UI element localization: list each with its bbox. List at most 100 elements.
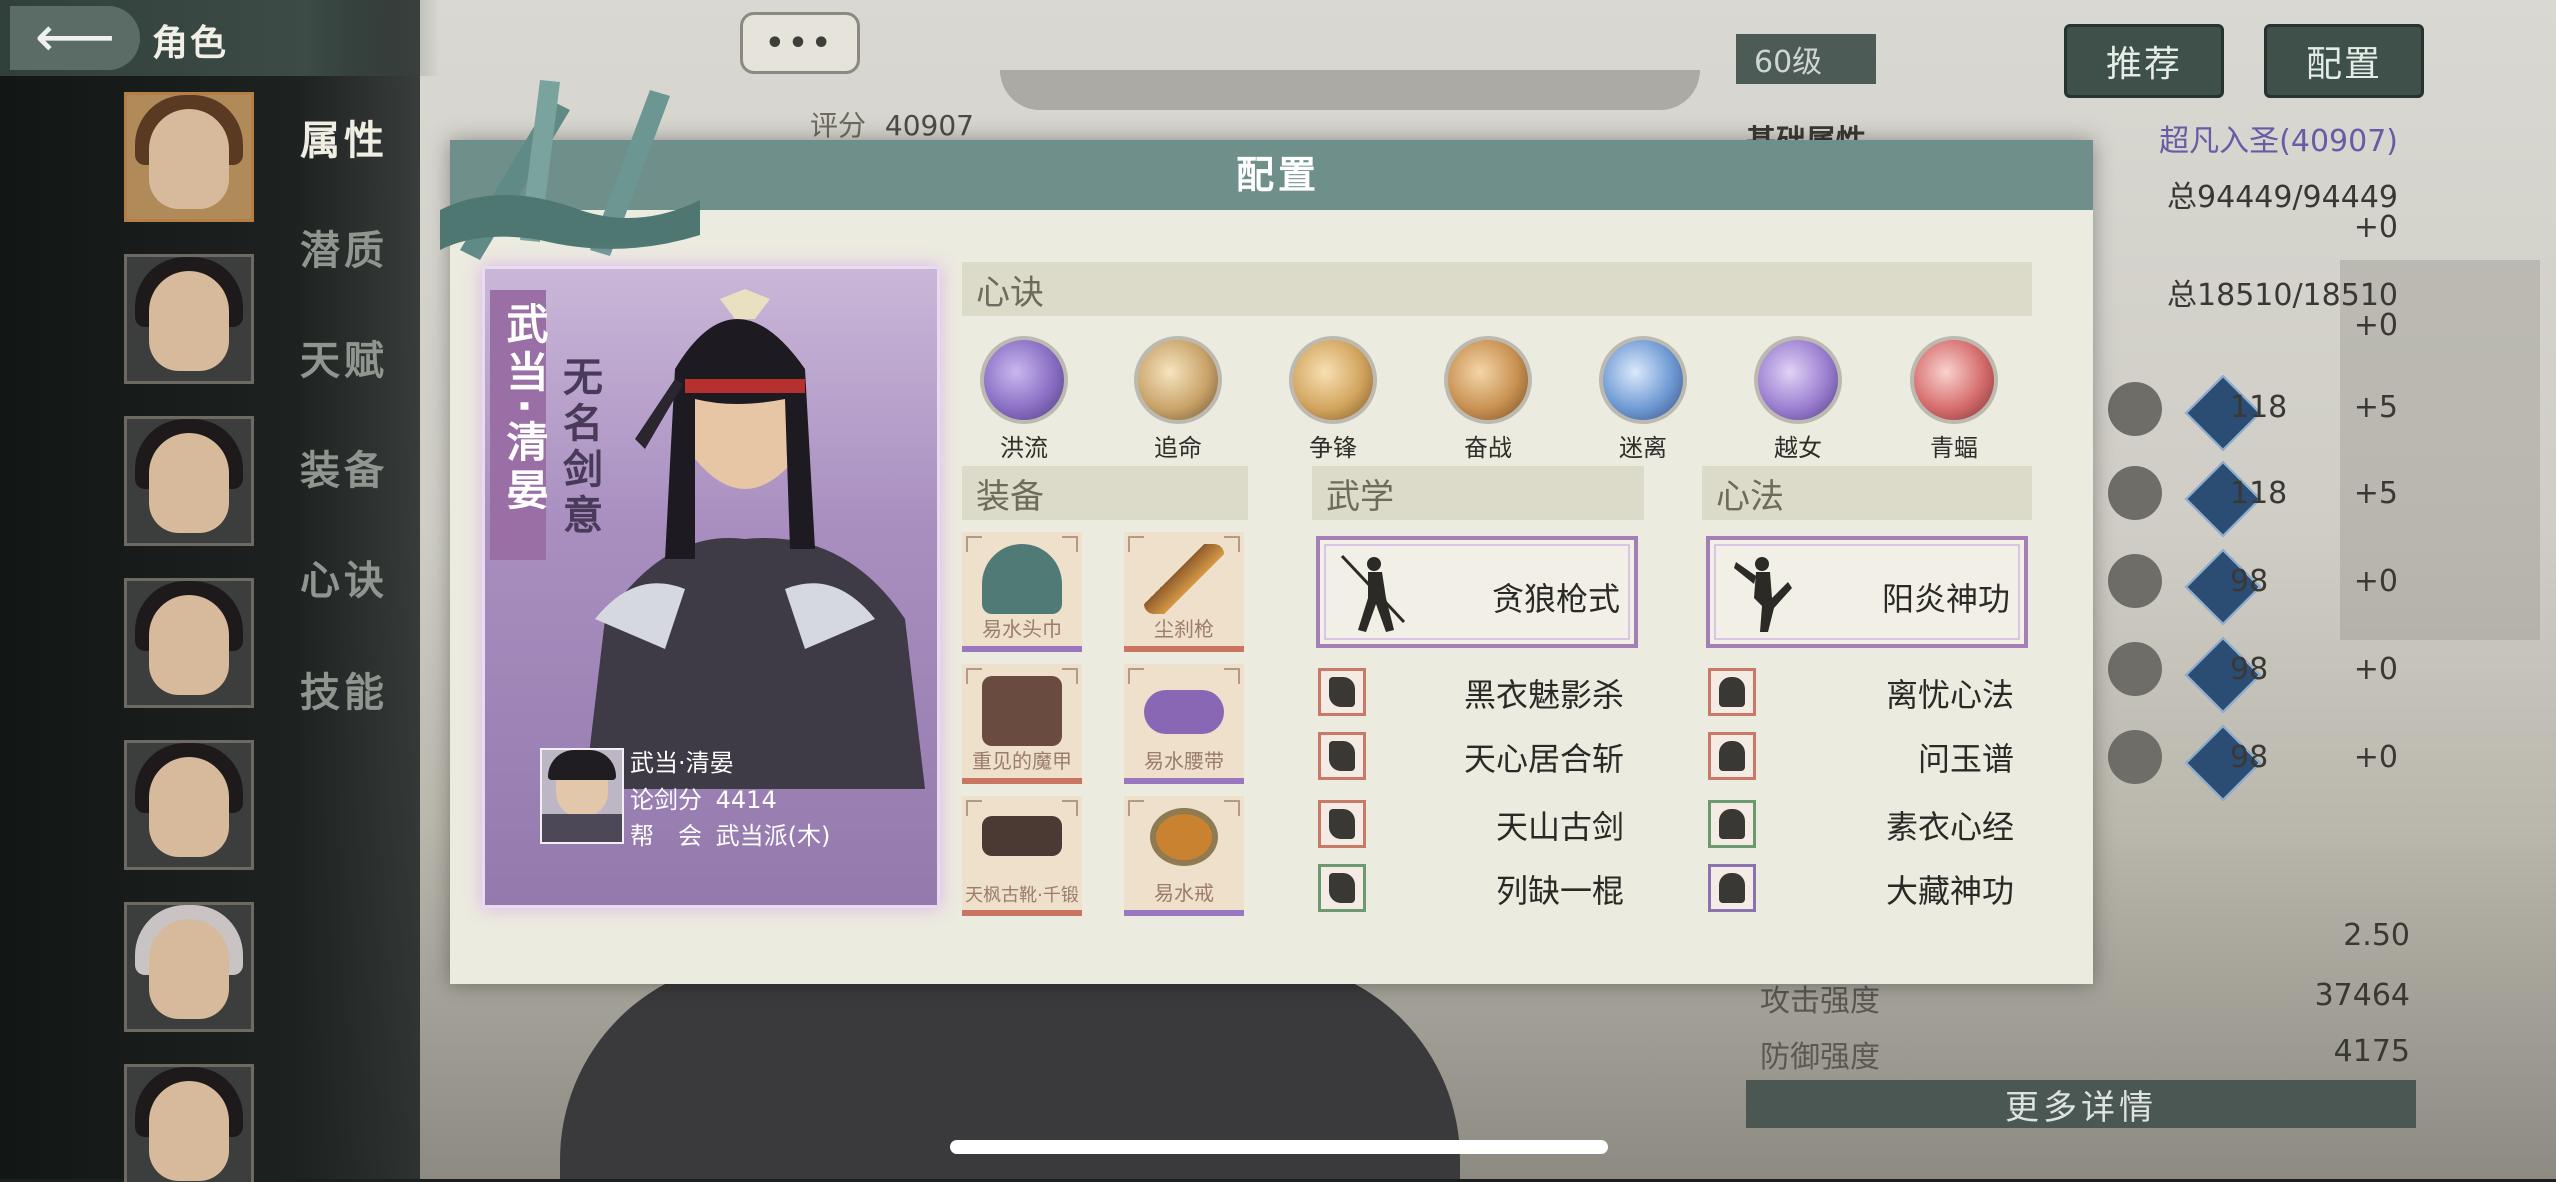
inner-art-name: 大藏神功	[1885, 872, 2014, 910]
spear-icon	[1144, 544, 1224, 614]
heart-method-label: 追命	[1154, 434, 1202, 462]
character-avatar[interactable]	[124, 92, 254, 222]
stat-icon	[2108, 730, 2162, 784]
tab-talent[interactable]: 天赋	[300, 328, 388, 386]
character-avatar[interactable]	[124, 578, 254, 708]
equipment-slot-armor[interactable]: 重见的魔甲	[962, 664, 1082, 784]
card-score-line: 论剑分 4414	[630, 780, 777, 815]
back-button[interactable]: ⟵	[10, 6, 140, 70]
boots-icon	[982, 816, 1062, 856]
section-header-equipment: 装备	[962, 466, 1248, 520]
martial-art-name: 天山古剑	[1495, 808, 1624, 846]
inner-art-icon[interactable]	[1708, 864, 1756, 912]
character-avatar[interactable]	[124, 416, 254, 546]
page-title: 角色	[152, 23, 229, 64]
martial-art-name: 黑衣魅影杀	[1463, 676, 1624, 714]
stat-value: 2.50	[2343, 918, 2410, 953]
back-arrow-icon: ⟵	[34, 5, 116, 70]
equipment-slot-belt[interactable]: 易水腰带	[1124, 664, 1244, 784]
background-roof	[1000, 70, 1700, 110]
martial-art-icon[interactable]	[1318, 864, 1366, 912]
character-name-vertical: 武当·清晏	[500, 302, 549, 516]
character-avatar[interactable]	[124, 740, 254, 870]
tab-attributes[interactable]: 属性	[300, 108, 388, 166]
home-indicator[interactable]	[950, 1140, 1608, 1154]
stat-value: 118	[2230, 476, 2288, 511]
equipment-label: 易水头巾	[982, 617, 1062, 641]
section-header-martial-arts: 武学	[1312, 466, 1644, 520]
equipment-label: 天枫古靴·千锻	[965, 885, 1079, 906]
heart-method-orb[interactable]	[1444, 336, 1532, 424]
stat-value: 37464	[2314, 978, 2410, 1013]
inner-art-main-slot[interactable]: 阳炎神功	[1706, 536, 2028, 648]
recommend-button[interactable]: 推荐	[2064, 24, 2224, 98]
heart-method-label: 迷离	[1619, 434, 1667, 462]
stat-value: 98	[2230, 564, 2269, 599]
belt-icon	[1144, 690, 1224, 734]
heart-method-orb[interactable]	[1134, 336, 1222, 424]
stat-icon	[2108, 382, 2162, 436]
headband-icon	[982, 544, 1062, 614]
equipment-slot-boots[interactable]: 天枫古靴·千锻	[962, 796, 1082, 916]
card-info-name: 武当·清晏	[630, 749, 734, 777]
inner-art-main-name: 阳炎神功	[1881, 580, 2010, 618]
heart-method-orb[interactable]	[1599, 336, 1687, 424]
equipment-label: 易水腰带	[1144, 749, 1224, 773]
stat-value: 98	[2230, 652, 2269, 687]
martial-art-icon[interactable]	[1318, 800, 1366, 848]
stat-plus: +0	[2353, 564, 2398, 599]
heart-method-label: 奋战	[1464, 434, 1512, 462]
section-header-inner-art: 心法	[1702, 466, 2032, 520]
armor-icon	[982, 676, 1062, 746]
chat-bubble-button[interactable]: •••	[740, 12, 860, 74]
martial-art-main-slot[interactable]: 贪狼枪式	[1316, 536, 1638, 648]
stat-value: 118	[2230, 390, 2288, 425]
tab-skills[interactable]: 技能	[300, 660, 388, 718]
martial-art-icon[interactable]	[1318, 668, 1366, 716]
stat-plus: +5	[2353, 476, 2398, 511]
martial-art-icon[interactable]	[1318, 732, 1366, 780]
tab-heart-method[interactable]: 心诀	[300, 548, 388, 606]
mini-portrait-avatar	[540, 748, 624, 844]
equipment-slot-head[interactable]: 易水头巾	[962, 532, 1082, 652]
equipment-slot-weapon[interactable]: 尘刹枪	[1124, 532, 1244, 652]
tab-potential[interactable]: 潜质	[300, 218, 388, 276]
ring-icon	[1150, 808, 1218, 866]
character-title-vertical: 无名剑意	[556, 356, 602, 540]
equipment-slot-ring[interactable]: 易水戒	[1124, 796, 1244, 916]
kicking-figure-icon	[1734, 557, 1792, 632]
character-avatar[interactable]	[124, 902, 254, 1032]
card-score-value: 4414	[715, 786, 777, 814]
crossed-swords-ornament-icon	[440, 80, 700, 260]
tab-equipment[interactable]: 装备	[300, 438, 388, 496]
config-button[interactable]: 配置	[2264, 24, 2424, 98]
martial-art-main-name: 贪狼枪式	[1491, 580, 1620, 618]
stat-plus: +5	[2353, 390, 2398, 425]
equipment-label: 重见的魔甲	[972, 749, 1072, 773]
heart-method-label: 洪流	[1000, 434, 1048, 462]
heart-method-label: 越女	[1774, 434, 1822, 462]
heart-method-orb[interactable]	[980, 336, 1068, 424]
inner-art-name: 问玉谱	[1917, 740, 2014, 778]
inner-art-icon[interactable]	[1708, 800, 1756, 848]
card-guild-label: 帮 会	[630, 822, 702, 850]
hp-plus: +0	[2353, 210, 2398, 245]
heart-method-orb[interactable]	[1910, 336, 1998, 424]
card-score-label: 论剑分	[630, 786, 702, 814]
card-guild-value: 武当派(木)	[715, 822, 831, 850]
score-tag: 评分 40907	[810, 104, 974, 144]
inner-art-name: 离忧心法	[1885, 676, 2014, 714]
equipment-label: 尘刹枪	[1154, 617, 1214, 641]
stat-label: 防御强度	[1760, 1040, 1880, 1075]
heart-method-orb[interactable]	[1754, 336, 1842, 424]
inner-art-icon[interactable]	[1708, 668, 1756, 716]
heart-method-orb[interactable]	[1289, 336, 1377, 424]
realm-label: 超凡入圣(40907)	[2159, 124, 2398, 159]
stat-plus: +0	[2353, 652, 2398, 687]
more-details-button[interactable]: 更多详情	[1746, 1080, 2416, 1128]
inner-art-icon[interactable]	[1708, 732, 1756, 780]
character-avatar[interactable]	[124, 1064, 254, 1182]
section-header-xinjue: 心诀	[962, 262, 2032, 316]
character-avatar[interactable]	[124, 254, 254, 384]
stat-icon	[2108, 554, 2162, 608]
